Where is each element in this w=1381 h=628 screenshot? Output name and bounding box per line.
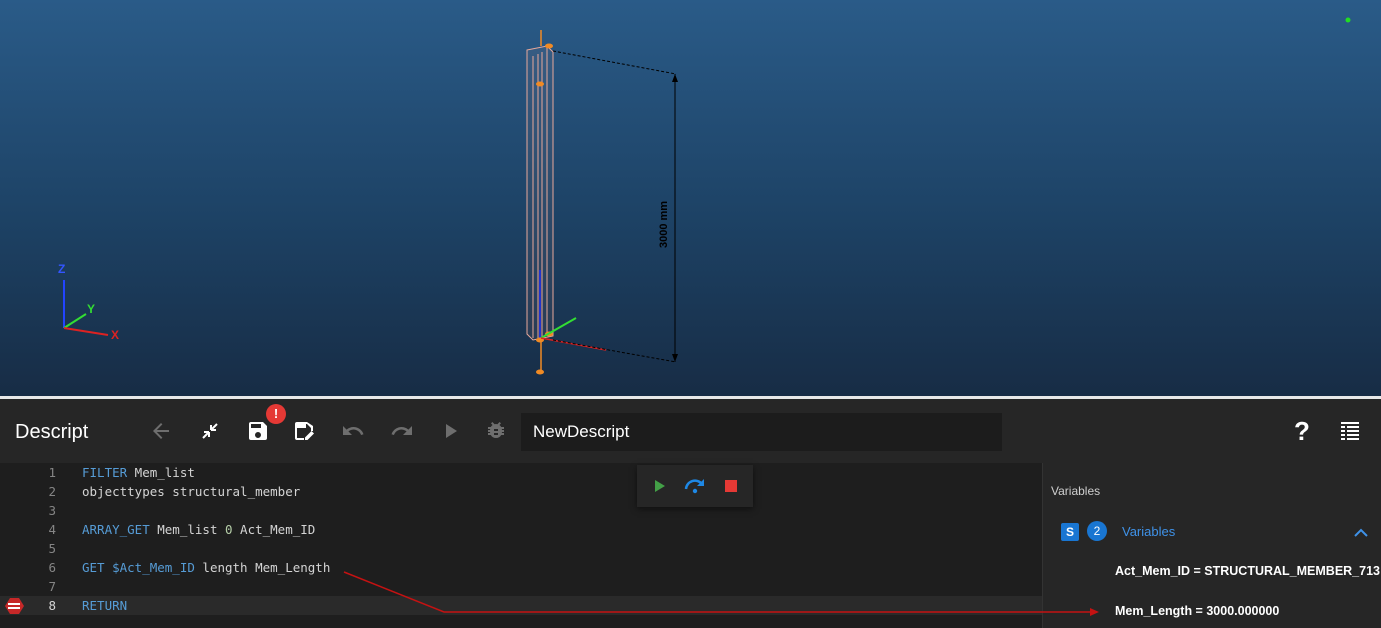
code-args: Act_Mem_ID <box>232 522 316 537</box>
line-number[interactable]: 1 <box>0 463 56 482</box>
status-dot <box>1345 17 1351 23</box>
variables-header: Variables <box>1051 484 1101 498</box>
debug-icon <box>488 422 504 439</box>
collapse-group-button[interactable] <box>1354 525 1368 543</box>
save-as-button[interactable] <box>290 417 318 445</box>
code-line[interactable]: 6 GET $Act_Mem_ID length Mem_Length <box>0 558 1042 577</box>
redo-button[interactable] <box>388 417 416 445</box>
line-number[interactable]: 3 <box>0 501 56 520</box>
breakpoint-icon <box>5 598 24 614</box>
dimension-label: 3000 mm <box>658 201 670 248</box>
list-view-button[interactable] <box>1336 417 1364 445</box>
axis-label-z: Z <box>58 262 65 276</box>
code-line[interactable]: 5 <box>0 539 1042 558</box>
code-text: FILTER Mem_list <box>82 463 195 482</box>
axis-label-x: X <box>111 328 119 342</box>
panel-title: Descript <box>15 421 89 443</box>
3d-scene[interactable]: 3000 mm Z Y X <box>0 0 1381 396</box>
code-keyword: ARRAY_GET <box>82 522 150 537</box>
code-text: RETURN <box>82 596 127 615</box>
code-args: length Mem_Length <box>194 560 331 575</box>
node-handle <box>545 43 553 49</box>
save-icon <box>249 422 267 440</box>
descript-name-input[interactable] <box>521 413 1002 451</box>
line-number[interactable]: 4 <box>0 520 56 539</box>
undo-icon <box>343 426 364 435</box>
code-args: objecttypes structural_member <box>82 484 301 499</box>
save-button[interactable] <box>244 417 272 445</box>
global-x-axis <box>63 327 109 336</box>
list-icon <box>1341 422 1359 440</box>
scope-badge: S <box>1061 523 1079 541</box>
code-line[interactable]: 7 <box>0 577 1042 596</box>
debug-button[interactable] <box>482 417 510 445</box>
code-text: ARRAY_GET Mem_list 0 Act_Mem_ID <box>82 520 315 539</box>
dimension-extension <box>552 50 677 75</box>
descript-panel: Descript ! ? 1FILTER Mem_ <box>0 399 1381 628</box>
breakpoint-marker[interactable] <box>2 596 26 616</box>
variable-row: Act_Mem_ID = STRUCTURAL_MEMBER_713 <box>1115 564 1380 578</box>
undo-button[interactable] <box>339 417 367 445</box>
code-text: objecttypes structural_member <box>82 482 300 501</box>
code-args: Mem_list <box>127 465 195 480</box>
run-icon <box>655 480 665 492</box>
code-line[interactable]: 1 FILTER Mem_list <box>0 463 1042 482</box>
line-number[interactable]: 6 <box>0 558 56 577</box>
axis-label-y: Y <box>87 302 95 316</box>
line-number[interactable]: 7 <box>0 577 56 596</box>
variables-panel: Variables S 2 Variables Act_Mem_ID = STR… <box>1042 463 1381 628</box>
descript-toolbar: Descript ! ? <box>0 399 1381 463</box>
variable-row: Mem_Length = 3000.000000 <box>1115 604 1280 618</box>
code-keyword: FILTER <box>82 465 128 480</box>
code-args: Mem_list <box>149 522 225 537</box>
dimension-arrow <box>672 74 678 82</box>
global-y-axis <box>63 313 87 329</box>
line-number[interactable]: 2 <box>0 482 56 501</box>
node-handle <box>536 369 544 375</box>
chevron-up-icon <box>1354 528 1368 537</box>
code-keyword: GET $Act_Mem_ID <box>82 560 195 575</box>
code-keyword: RETURN <box>82 598 128 613</box>
run-button[interactable] <box>436 417 464 445</box>
3d-viewport[interactable]: 3000 mm Z Y X <box>0 0 1381 396</box>
code-editor[interactable]: 1 FILTER Mem_list 2 objecttypes structural_… <box>0 463 1042 628</box>
code-text: GET $Act_Mem_ID length Mem_Length <box>82 558 330 577</box>
save-as-icon <box>295 422 314 440</box>
play-icon <box>446 424 457 438</box>
stop-icon <box>725 480 737 492</box>
redo-icon <box>391 426 412 435</box>
help-button[interactable]: ? <box>1288 416 1316 446</box>
back-arrow-icon <box>153 423 169 439</box>
run-controls <box>637 465 753 507</box>
code-line[interactable]: 3 <box>0 501 1042 520</box>
run-script-button[interactable] <box>647 475 671 497</box>
collapse-icon <box>202 423 218 439</box>
code-line[interactable]: 2 objecttypes structural_member <box>0 482 1042 501</box>
code-line[interactable]: 4 ARRAY_GET Mem_list 0 Act_Mem_ID <box>0 520 1042 539</box>
dimension-arrow <box>672 354 678 362</box>
node-handle <box>536 81 544 87</box>
step-over-button[interactable] <box>683 475 707 497</box>
line-number[interactable]: 5 <box>0 539 56 558</box>
collapse-button[interactable] <box>196 417 224 445</box>
code-line[interactable]: 8 RETURN <box>0 596 1042 615</box>
step-over-icon <box>684 479 704 494</box>
variable-count-badge: 2 <box>1087 521 1107 541</box>
unsaved-badge: ! <box>266 404 286 424</box>
stop-button[interactable] <box>719 475 743 497</box>
code-number: 0 <box>225 522 233 537</box>
back-button[interactable] <box>147 417 175 445</box>
variables-group-label[interactable]: Variables <box>1122 524 1175 539</box>
